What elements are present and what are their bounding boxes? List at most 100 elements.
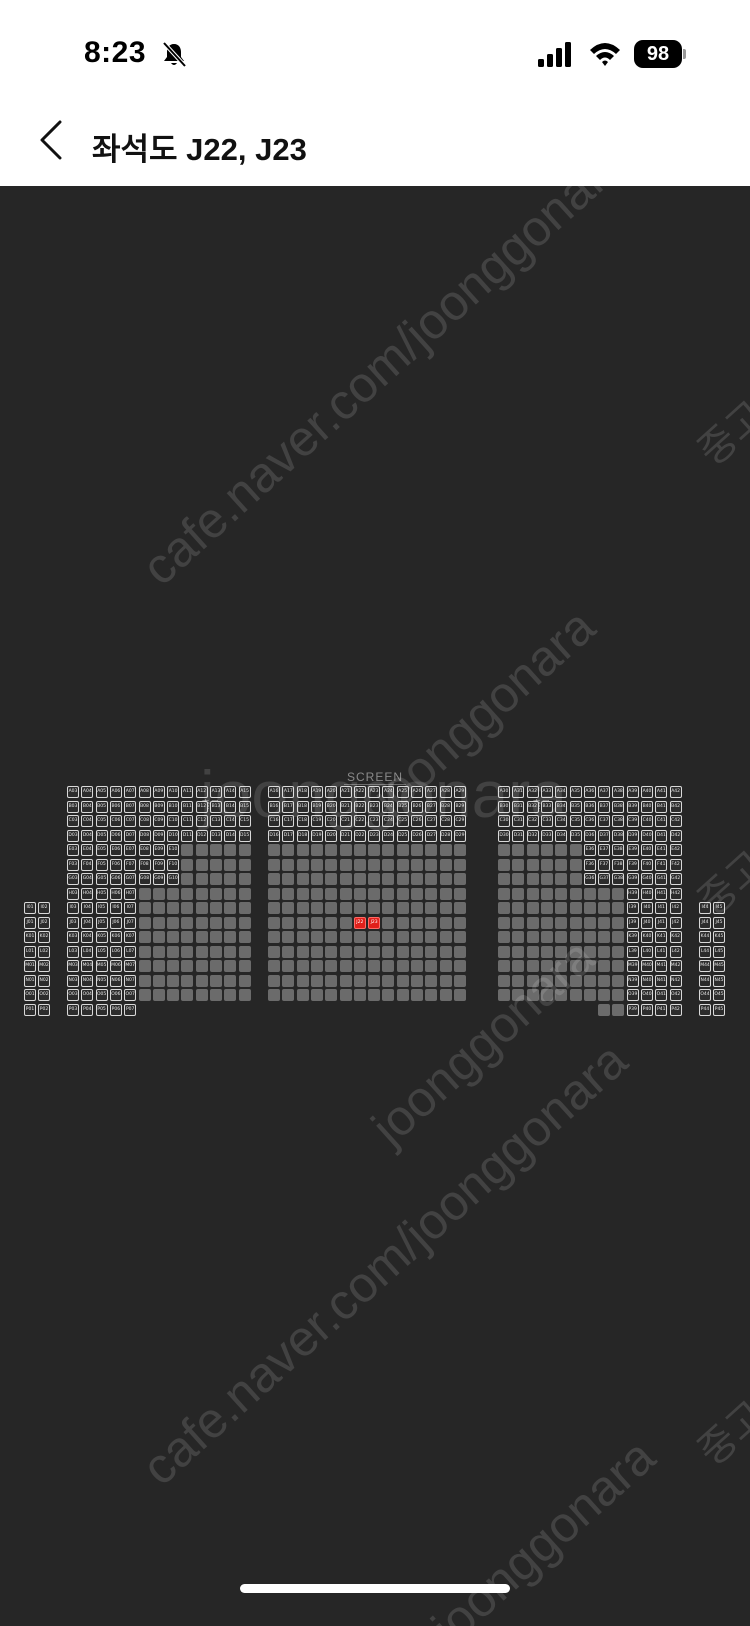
seat[interactable]: P07 bbox=[124, 1003, 137, 1016]
seat[interactable] bbox=[224, 873, 237, 885]
seat[interactable] bbox=[396, 960, 409, 972]
seat[interactable]: B10 bbox=[167, 800, 180, 813]
seat[interactable]: I42 bbox=[669, 902, 682, 914]
seat[interactable]: D06 bbox=[109, 829, 122, 842]
seat[interactable] bbox=[425, 887, 438, 900]
seat[interactable]: C03 bbox=[67, 815, 79, 827]
seat[interactable] bbox=[396, 916, 409, 929]
seat[interactable] bbox=[512, 887, 525, 900]
seat[interactable] bbox=[138, 974, 151, 987]
seat[interactable]: B07 bbox=[124, 800, 137, 813]
seat[interactable] bbox=[296, 858, 309, 871]
seat[interactable]: P06 bbox=[109, 1003, 122, 1016]
seat[interactable]: J23 bbox=[368, 916, 381, 929]
seat[interactable] bbox=[167, 916, 180, 929]
seat[interactable] bbox=[310, 844, 323, 856]
seat[interactable] bbox=[210, 931, 222, 943]
seat[interactable] bbox=[238, 931, 251, 943]
seat[interactable]: F08 bbox=[138, 858, 151, 871]
seat[interactable] bbox=[439, 916, 452, 929]
seat[interactable] bbox=[368, 931, 381, 943]
seat[interactable]: D11 bbox=[181, 829, 194, 842]
seat[interactable] bbox=[296, 873, 309, 885]
seat[interactable]: M06 bbox=[109, 960, 122, 972]
seat[interactable] bbox=[498, 989, 510, 1001]
seat[interactable]: O44 bbox=[699, 989, 711, 1001]
seat[interactable]: F04 bbox=[81, 858, 94, 871]
seat[interactable]: F36 bbox=[583, 858, 596, 871]
seat[interactable]: K39 bbox=[626, 931, 639, 943]
seat[interactable]: H06 bbox=[109, 887, 122, 900]
seat[interactable] bbox=[210, 873, 222, 885]
seat[interactable] bbox=[325, 974, 338, 987]
seat[interactable] bbox=[555, 916, 568, 929]
seat[interactable]: L03 bbox=[67, 945, 79, 958]
seat[interactable] bbox=[411, 989, 423, 1001]
seat[interactable] bbox=[396, 931, 409, 943]
seat[interactable]: L39 bbox=[626, 945, 639, 958]
seat[interactable] bbox=[339, 844, 352, 856]
seat[interactable]: G39 bbox=[626, 873, 639, 885]
seat[interactable]: A36 bbox=[583, 786, 596, 798]
seat[interactable]: B04 bbox=[81, 800, 94, 813]
seat[interactable] bbox=[353, 945, 366, 958]
seat[interactable]: G07 bbox=[124, 873, 137, 885]
seat[interactable]: H40 bbox=[641, 887, 653, 900]
seat[interactable] bbox=[498, 873, 510, 885]
seat[interactable]: M40 bbox=[641, 960, 653, 972]
seat[interactable] bbox=[555, 858, 568, 871]
seat[interactable] bbox=[411, 902, 423, 914]
seat[interactable] bbox=[238, 960, 251, 972]
seat[interactable]: M44 bbox=[699, 960, 711, 972]
seat[interactable]: G09 bbox=[152, 873, 165, 885]
seat[interactable]: E37 bbox=[598, 844, 611, 856]
seat[interactable]: L40 bbox=[641, 945, 653, 958]
seat[interactable]: N03 bbox=[67, 974, 79, 987]
seat[interactable] bbox=[238, 844, 251, 856]
seat[interactable]: J01 bbox=[24, 916, 36, 929]
seat[interactable] bbox=[439, 945, 452, 958]
seat[interactable]: B08 bbox=[138, 800, 151, 813]
seat[interactable] bbox=[453, 844, 466, 856]
seat[interactable] bbox=[540, 989, 553, 1001]
seat[interactable] bbox=[396, 858, 409, 871]
seat[interactable] bbox=[512, 974, 525, 987]
seat[interactable] bbox=[195, 974, 208, 987]
seat[interactable] bbox=[325, 887, 338, 900]
seat[interactable] bbox=[181, 902, 194, 914]
seat[interactable]: N40 bbox=[641, 974, 653, 987]
seat[interactable] bbox=[526, 960, 539, 972]
seat[interactable]: K44 bbox=[699, 931, 711, 943]
seat[interactable] bbox=[325, 916, 338, 929]
seat[interactable]: G37 bbox=[598, 873, 611, 885]
seat[interactable]: O06 bbox=[109, 989, 122, 1001]
seat[interactable] bbox=[353, 989, 366, 1001]
seat[interactable] bbox=[439, 974, 452, 987]
seat[interactable]: K41 bbox=[655, 931, 668, 943]
seat[interactable]: E42 bbox=[669, 844, 682, 856]
seat[interactable] bbox=[238, 974, 251, 987]
seat[interactable] bbox=[167, 887, 180, 900]
seat[interactable]: B35 bbox=[569, 800, 582, 813]
seat[interactable] bbox=[268, 902, 280, 914]
seat[interactable] bbox=[583, 902, 596, 914]
seat[interactable] bbox=[268, 931, 280, 943]
seat[interactable] bbox=[498, 902, 510, 914]
seat[interactable]: B05 bbox=[95, 800, 108, 813]
seat[interactable] bbox=[425, 931, 438, 943]
seat[interactable]: M04 bbox=[81, 960, 94, 972]
seat[interactable] bbox=[439, 844, 452, 856]
seat[interactable]: G08 bbox=[138, 873, 151, 885]
seat[interactable]: E10 bbox=[167, 844, 180, 856]
seat[interactable] bbox=[138, 902, 151, 914]
seat[interactable] bbox=[540, 945, 553, 958]
seat[interactable]: C08 bbox=[138, 815, 151, 827]
seat[interactable] bbox=[353, 931, 366, 943]
seat[interactable] bbox=[396, 974, 409, 987]
seat[interactable]: J03 bbox=[67, 916, 79, 929]
seat[interactable] bbox=[569, 989, 582, 1001]
seat[interactable]: D03 bbox=[67, 829, 79, 842]
seat[interactable] bbox=[195, 887, 208, 900]
seat[interactable] bbox=[339, 873, 352, 885]
seat[interactable]: F03 bbox=[67, 858, 79, 871]
